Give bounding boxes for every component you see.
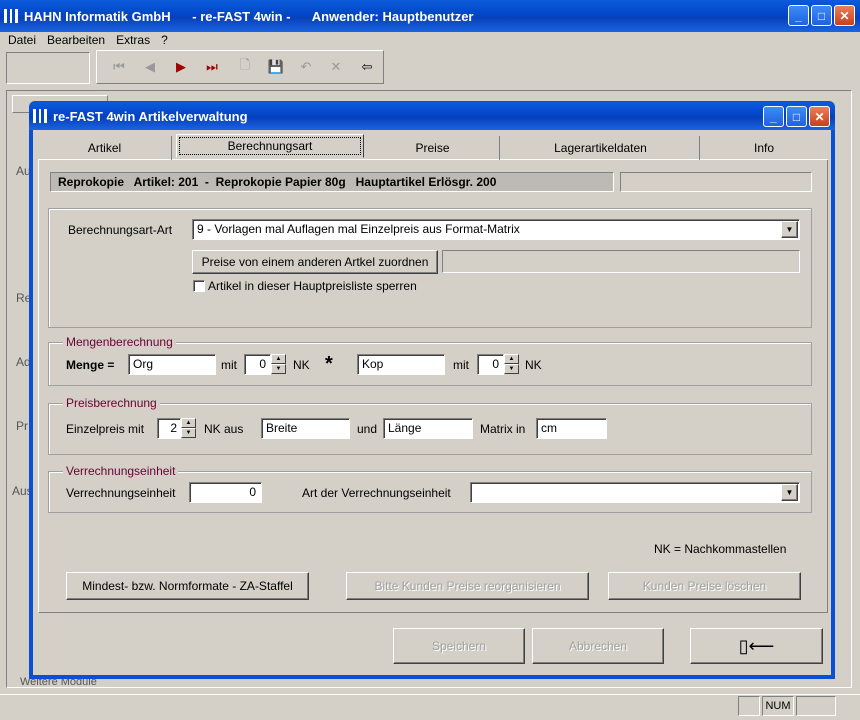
quantity-field-2[interactable]: Kop [357, 354, 445, 375]
billing-unit-label: Verrechnungseinheit [66, 486, 176, 500]
tab-preise[interactable]: Preise [366, 136, 500, 160]
billing-unit-dropdown-icon[interactable]: ▼ [781, 484, 798, 501]
assign-prices-button[interactable]: Preise von einem anderen Artkel zuordnen [192, 250, 438, 274]
status-num: NUM [762, 696, 794, 716]
app-logo-icon [4, 9, 18, 23]
main-window-title: HAHN Informatik GmbH - re-FAST 4win - An… [24, 8, 474, 24]
article-header-bar: Reprokopie Artikel: 201 - Reprokopie Pap… [50, 172, 614, 192]
main-title-bar: HAHN Informatik GmbH - re-FAST 4win - An… [0, 0, 860, 32]
quantity-field-1[interactable]: Org [128, 354, 216, 375]
lock-article-label: Artikel in dieser Hauptpreisliste sperre… [208, 279, 417, 293]
first-record-icon[interactable]: ⏮ [106, 54, 132, 80]
last-record-icon[interactable]: ⏭ [199, 54, 225, 80]
save-icon[interactable]: 💾 [263, 54, 289, 80]
assign-prices-field [442, 250, 800, 273]
quantity-nk-label-1: NK [293, 358, 310, 372]
calc-type-label: Berechnungsart-Art [68, 223, 173, 237]
status-panel-1 [738, 696, 760, 716]
quantity-nk-2[interactable]: 0 [477, 354, 504, 375]
width-field[interactable]: Breite [261, 418, 350, 439]
maximize-icon[interactable]: □ [811, 5, 832, 26]
price-legend: Preisberechnung [63, 396, 160, 410]
matrix-unit-field[interactable]: cm [536, 418, 607, 439]
reorganize-prices-button[interactable]: Bitte Kunden Preise reorganisieren [346, 572, 589, 600]
price-nk-spinner[interactable]: ▲ ▼ [181, 418, 196, 439]
dialog-title: re-FAST 4win Artikelverwaltung [53, 108, 248, 124]
quantity-mit-2: mit [453, 358, 469, 372]
dialog-close-icon[interactable]: ✕ [809, 106, 830, 127]
quantity-legend: Mengenberechnung [63, 335, 176, 349]
length-field[interactable]: Länge [383, 418, 473, 439]
quantity-nk-label-2: NK [525, 358, 542, 372]
price-nk-field[interactable]: 2 [157, 418, 181, 439]
billing-unit-type-select[interactable] [470, 482, 800, 503]
quantity-label: Menge = [66, 358, 115, 372]
bg-label-4: Pr [16, 419, 28, 433]
status-panel-3 [796, 696, 836, 716]
undo-icon[interactable]: ↶ [293, 54, 319, 80]
tab-artikel[interactable]: Artikel [38, 136, 172, 160]
price-nk-aus-label: NK aus [204, 422, 244, 436]
min-formats-button[interactable]: Mindest- bzw. Normformate - ZA-Staffel [66, 572, 309, 600]
save-button[interactable]: Speichern [393, 628, 525, 664]
and-label: und [357, 422, 378, 436]
menu-bearbeiten[interactable]: Bearbeiten [47, 32, 105, 50]
calc-type-select[interactable]: 9 - Vorlagen mal Auflagen mal Einzelprei… [192, 219, 800, 240]
next-record-icon[interactable]: ▶ [168, 54, 194, 80]
quantity-mit-1: mit [221, 358, 237, 372]
dialog-maximize-icon[interactable]: □ [786, 106, 807, 127]
multiply-sign: * [325, 353, 333, 375]
calc-type-dropdown-icon[interactable]: ▼ [781, 221, 798, 238]
menu-bar: Datei Bearbeiten Extras ? [8, 32, 179, 50]
delete-icon[interactable]: ✕ [323, 54, 349, 80]
quantity-nk-1-spinner[interactable]: ▲ ▼ [271, 354, 286, 375]
menu-help[interactable]: ? [161, 32, 168, 50]
status-bar [0, 694, 860, 720]
tab-lagerartikeldaten[interactable]: Lagerartikeldaten [502, 136, 700, 160]
billing-unit-type-label: Art der Verrechnungseinheit [302, 486, 451, 500]
toolbar-left-panel [6, 52, 90, 84]
minimize-icon[interactable]: _ [788, 5, 809, 26]
exit-door-icon[interactable]: ⇦ [354, 54, 380, 80]
nk-note: NK = Nachkommastellen [654, 542, 787, 556]
previous-record-icon[interactable]: ◀ [137, 54, 163, 80]
article-header-extra [620, 172, 812, 192]
quantity-nk-2-spinner[interactable]: ▲ ▼ [504, 354, 519, 375]
cancel-button[interactable]: Abbrechen [532, 628, 664, 664]
billing-unit-legend: Verrechnungseinheit [63, 464, 179, 478]
new-document-icon[interactable]: 🗋 [232, 54, 258, 80]
dialog-title-bar: re-FAST 4win Artikelverwaltung _ □ ✕ [29, 102, 835, 130]
close-icon[interactable]: ✕ [834, 5, 855, 26]
unit-price-label: Einzelpreis mit [66, 422, 145, 436]
matrix-label: Matrix in [480, 422, 526, 436]
calc-type-value: 9 - Vorlagen mal Auflagen mal Einzelprei… [197, 222, 520, 236]
exit-door-arrow-icon: ▯⟵ [738, 636, 775, 656]
quantity-nk-1[interactable]: 0 [244, 354, 271, 375]
delete-customer-prices-button[interactable]: Kunden Preise löschen [608, 572, 801, 600]
tab-info[interactable]: Info [702, 136, 826, 160]
tab-berechnungsart[interactable]: Berechnungsart [176, 134, 364, 158]
dialog-minimize-icon[interactable]: _ [763, 106, 784, 127]
menu-extras[interactable]: Extras [116, 32, 150, 50]
exit-button[interactable]: ▯⟵ [690, 628, 823, 664]
lock-article-checkbox[interactable] [193, 280, 205, 292]
dialog-logo-icon [33, 109, 47, 123]
billing-unit-field[interactable]: 0 [189, 482, 262, 503]
menu-datei[interactable]: Datei [8, 32, 36, 50]
